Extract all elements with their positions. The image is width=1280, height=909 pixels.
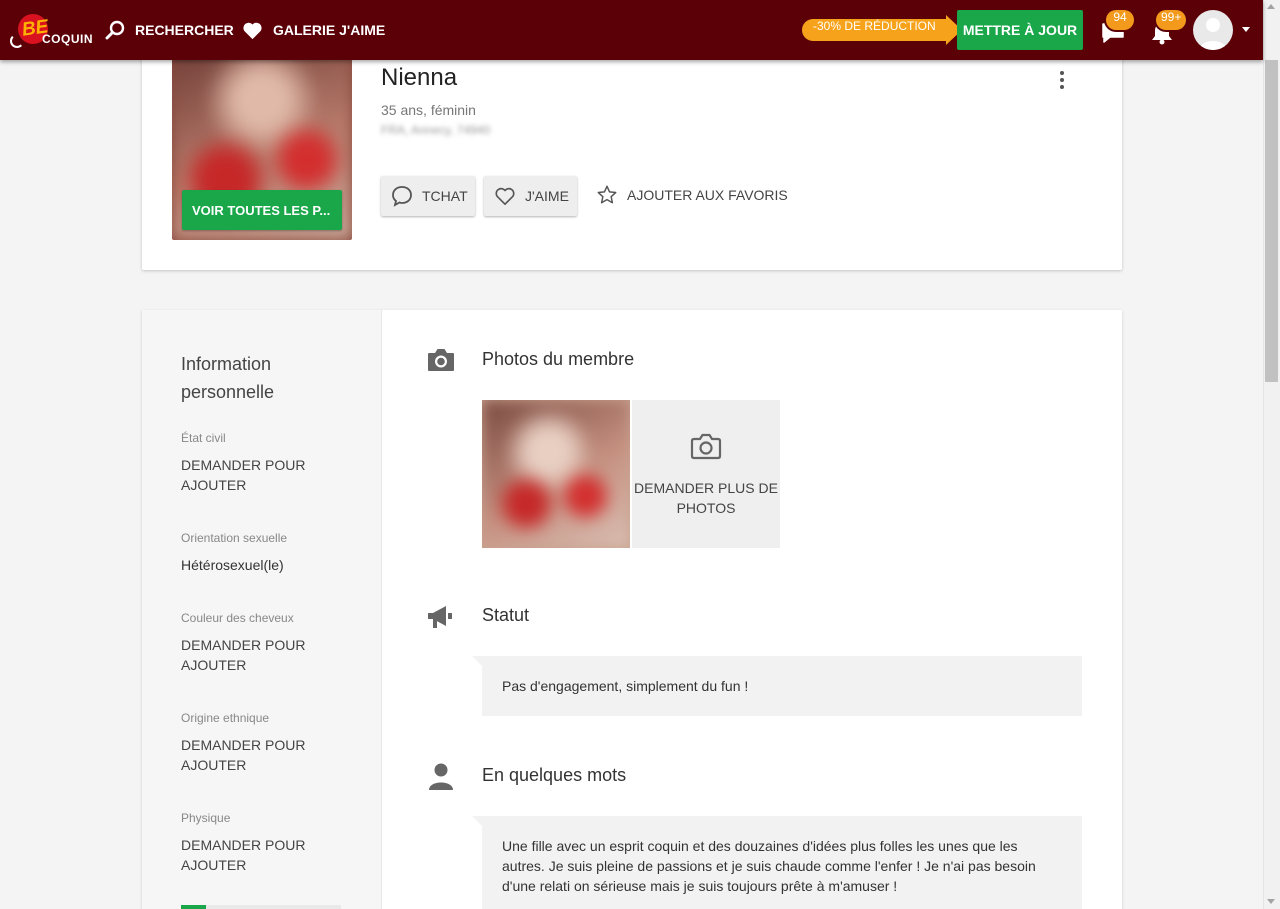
profile-age-gender: 35 ans, féminin (381, 102, 476, 118)
scroll-down-arrow-icon[interactable] (1267, 899, 1275, 904)
more-vert-icon-dot (1060, 78, 1064, 82)
camera-outline-icon (690, 433, 722, 460)
account-menu-caret-icon[interactable] (1242, 27, 1250, 32)
add-to-favorites-button[interactable]: AJOUTER AUX FAVORIS (596, 184, 788, 206)
about-bubble: Une fille avec un esprit coquin et des d… (472, 816, 1082, 909)
scrollbar-thumb[interactable] (1265, 60, 1278, 382)
profile-name: Nienna (381, 64, 458, 91)
logo-tail-shape (10, 34, 24, 48)
logo-coquin-text: COQUIN (42, 32, 93, 46)
request-more-photos-button[interactable]: DEMANDER PLUS DE PHOTOS (632, 400, 780, 548)
chat-bubble-icon (392, 186, 412, 207)
promo-label: -30% DE RÉDUCTION (802, 19, 946, 41)
see-all-photos-button[interactable]: VOIR TOUTES LES P... (182, 190, 342, 230)
star-icon (597, 185, 617, 204)
profile-location: FRA, Annecy, 74940 (381, 123, 491, 137)
search-icon (105, 20, 125, 40)
about-title: En quelques mots (482, 765, 627, 785)
nav-search-link[interactable]: RECHERCHER (105, 0, 234, 60)
top-navigation-bar: BE COQUIN RECHERCHER GALERIE J'AIME -30%… (0, 0, 1263, 60)
default-avatar-icon (1199, 18, 1227, 50)
heart-icon (243, 22, 262, 39)
orientation-label: Orientation sexuelle (181, 531, 288, 545)
nav-gallery-link[interactable]: GALERIE J'AIME (242, 0, 385, 60)
discount-promo-tag[interactable]: -30% DE RÉDUCTION (802, 15, 962, 45)
like-button-label: J'AIME (525, 188, 569, 204)
messages-count-badge: 94 (1106, 10, 1134, 30)
status-bubble: Pas d'engagement, simplement du fun ! (472, 656, 1082, 716)
more-vert-icon-dot (1060, 85, 1064, 89)
hair-color-value[interactable]: DEMANDER POUR AJOUTER (181, 635, 331, 675)
personal-info-title: Information personnelle (181, 354, 275, 402)
profile-completion-bar (181, 905, 341, 909)
marital-status-label: État civil (181, 431, 226, 445)
more-vert-icon-dot (1060, 71, 1064, 75)
notifications-button[interactable]: 99+ (1146, 10, 1187, 48)
physique-label: Physique (181, 811, 231, 825)
nav-search-label: RECHERCHER (135, 22, 234, 38)
member-photo-thumbnail[interactable] (482, 400, 630, 548)
chat-button[interactable]: TCHAT (381, 176, 475, 216)
scroll-up-arrow-icon[interactable] (1267, 4, 1275, 9)
orientation-value: Hétérosexuel(le) (181, 557, 284, 573)
marital-status-value[interactable]: DEMANDER POUR AJOUTER (181, 455, 331, 495)
becoquin-logo[interactable]: BE COQUIN (10, 8, 93, 52)
user-avatar[interactable] (1193, 10, 1233, 50)
more-options-button[interactable] (1052, 68, 1072, 92)
request-more-photos-label: DEMANDER PLUS DE PHOTOS (634, 480, 778, 516)
status-title: Statut (482, 605, 530, 625)
messages-button[interactable]: 94 (1096, 10, 1134, 48)
ethnicity-value[interactable]: DEMANDER POUR AJOUTER (181, 735, 331, 775)
status-text: Pas d'engagement, simplement du fun ! (502, 678, 749, 694)
heart-outline-icon (495, 187, 515, 205)
hair-color-label: Couleur des cheveux (181, 611, 294, 625)
about-text: Une fille avec un esprit coquin et des d… (502, 838, 1036, 894)
blurred-thumbnail-image (482, 400, 630, 548)
nav-gallery-label: GALERIE J'AIME (273, 22, 386, 38)
megaphone-icon (428, 606, 452, 628)
member-photos-title: Photos du membre (482, 349, 635, 369)
physique-value[interactable]: DEMANDER POUR AJOUTER (181, 835, 331, 875)
profile-completion-fill (181, 905, 206, 909)
user-icon (429, 763, 453, 790)
upgrade-button[interactable]: METTRE À JOUR (957, 10, 1083, 50)
like-button[interactable]: J'AIME (484, 176, 577, 216)
favorites-label: AJOUTER AUX FAVORIS (627, 187, 788, 203)
ethnicity-label: Origine ethnique (181, 711, 270, 725)
chat-button-label: TCHAT (422, 188, 468, 204)
camera-icon (428, 349, 454, 371)
notifications-count-badge: 99+ (1156, 10, 1187, 30)
